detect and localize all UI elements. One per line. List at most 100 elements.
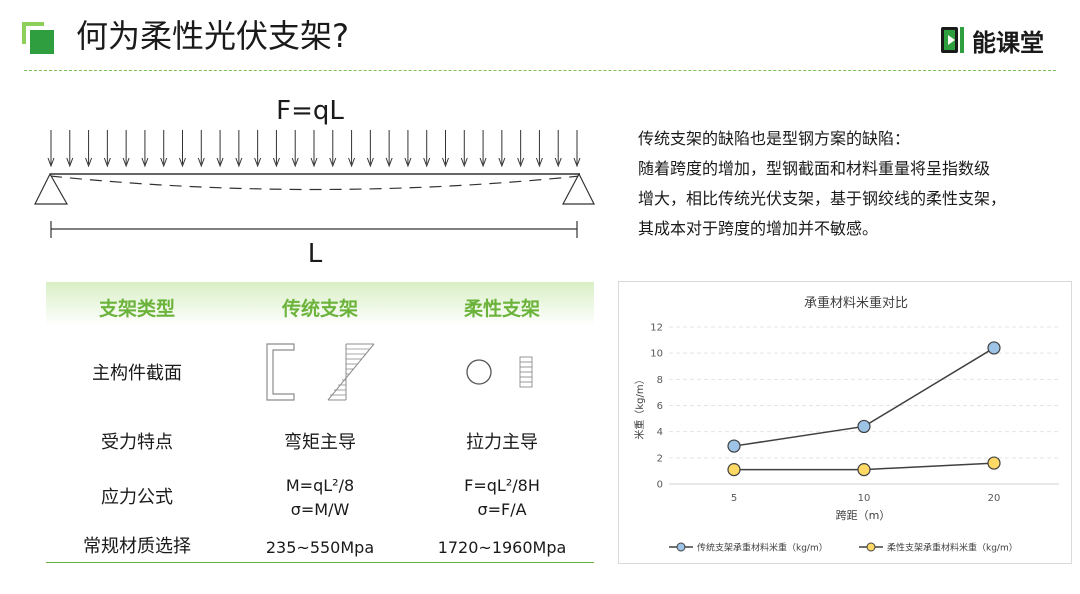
traditional-formula-2: σ=M/W: [290, 500, 350, 519]
load-arrow: [103, 130, 111, 168]
table-bottom-rule: [46, 562, 594, 563]
x-tick-label: 20: [988, 493, 1001, 504]
y-tick-label: 12: [650, 323, 663, 334]
chart-series: [727, 341, 1001, 477]
chart-legend: 传统支架承重材料米重（kg/m） 柔性支架承重材料米重（kg/m）: [669, 542, 1018, 554]
data-point: [987, 341, 1001, 355]
brand-logo: 能课堂: [940, 22, 1044, 58]
x-axis-label: 跨距（m）: [836, 509, 891, 522]
header-divider: [24, 70, 1056, 71]
load-arrow: [85, 130, 93, 168]
description-line: 增大，相比传统光伏支架，基于钢绞线的柔性支架，: [638, 189, 1007, 208]
brand-name: 能课堂: [972, 28, 1044, 57]
flexible-formula-2: σ=F/A: [477, 500, 527, 519]
series-1: [727, 341, 1001, 453]
distributed-load-arrows: [47, 130, 581, 168]
data-point: [857, 419, 871, 434]
flexible-section-icons: [466, 356, 533, 388]
load-arrow: [66, 130, 74, 168]
y-tick-label: 0: [657, 480, 663, 491]
load-arrow: [235, 130, 243, 168]
comparison-table: 支架类型 传统支架 柔性支架 主构件截面 受力特点 弯矩主导 拉力主导 应力公式…: [46, 282, 594, 564]
bending-stress-diagram-icon: [327, 343, 375, 401]
right-support-icon: [562, 172, 595, 205]
flexible-material: 1720~1960Mpa: [437, 538, 567, 557]
x-tick-label: 10: [858, 493, 871, 504]
flexible-force: 拉力主导: [466, 432, 538, 453]
load-arrow: [329, 130, 337, 168]
circular-section-icon: [466, 359, 492, 385]
load-arrow: [460, 130, 468, 168]
load-arrow: [179, 130, 186, 168]
x-tick-labels: 5 10 20: [731, 493, 1001, 504]
table-header-type: 支架类型: [98, 298, 176, 320]
line-chart: 承重材料米重对比 0 2 4 6 8 10 12 5 10 20 米重（kg/m） 跨距（m） …: [618, 281, 1072, 564]
load-arrow: [366, 130, 374, 168]
description-line: 传统支架的缺陷也是型钢方案的缺陷：: [638, 129, 911, 148]
load-arrow: [291, 130, 299, 168]
load-arrow: [498, 130, 506, 168]
description-line: 随着跨度的增加，型钢截面和材料重量将呈指数级: [638, 159, 991, 178]
row-label-material: 常规材质选择: [83, 536, 191, 557]
beam-load-diagram: F=qL L: [34, 96, 595, 269]
x-tick-label: 5: [731, 493, 737, 504]
load-arrow: [197, 130, 205, 168]
load-arrow: [348, 130, 356, 168]
data-point: [857, 463, 871, 477]
chart-title: 承重材料米重对比: [804, 295, 908, 311]
y-tick-label: 2: [657, 453, 663, 464]
data-point: [727, 463, 741, 477]
y-tick-label: 8: [657, 375, 663, 386]
traditional-formula-1: M=qL²/8: [285, 476, 355, 495]
load-arrow: [535, 130, 543, 168]
load-arrow: [423, 130, 431, 168]
description-paragraph: 传统支架的缺陷也是型钢方案的缺陷： 随着跨度的增加，型钢截面和材料重量将呈指数级…: [638, 124, 1058, 244]
legend-label: 柔性支架承重材料米重（kg/m）: [887, 542, 1018, 554]
traditional-section-icons: [266, 343, 375, 401]
play-book-icon: [941, 27, 964, 53]
load-arrow: [254, 130, 262, 168]
span-label: L: [308, 239, 323, 269]
legend-entry: 传统支架承重材料米重（kg/m）: [669, 542, 828, 554]
y-tick-label: 10: [650, 349, 663, 360]
y-tick-label: 4: [657, 427, 663, 438]
load-arrow: [442, 130, 449, 168]
load-label: F=qL: [276, 96, 344, 126]
flexible-formula-1: F=qL²/8H: [464, 476, 540, 495]
row-label-section: 主构件截面: [92, 363, 182, 384]
page-title: 何为柔性光伏支架?: [76, 17, 349, 55]
load-arrow: [385, 130, 393, 168]
chart-gridlines: [669, 326, 1059, 485]
load-arrow: [272, 130, 280, 168]
load-arrow: [47, 130, 55, 168]
deflection-curve: [49, 175, 581, 191]
load-arrow: [160, 130, 168, 168]
description-line: 其成本对于跨度的增加并不敏感。: [638, 219, 879, 238]
traditional-material: 235~550Mpa: [265, 538, 375, 557]
load-arrow: [479, 130, 487, 168]
row-label-formula: 应力公式: [101, 487, 173, 508]
table-header-row: 支架类型 传统支架 柔性支架: [46, 282, 594, 326]
y-axis-label: 米重（kg/m）: [633, 374, 646, 439]
y-tick-labels: 0 2 4 6 8 10 12: [650, 323, 663, 491]
load-arrow: [554, 130, 562, 168]
load-arrow: [216, 130, 224, 168]
data-point: [987, 456, 1001, 470]
load-arrow: [122, 130, 130, 168]
load-arrow: [404, 130, 412, 168]
row-label-force: 受力特点: [101, 432, 173, 453]
legend-entry: 柔性支架承重材料米重（kg/m）: [859, 542, 1018, 554]
chart-canvas: 承重材料米重对比 024681012 5 10 20 米重（kg/m） 跨距（m） …: [633, 295, 1059, 554]
green-square-logo-icon: [20, 20, 56, 56]
load-arrow: [310, 130, 318, 168]
table-header-flexible: 柔性支架: [463, 298, 541, 320]
uniform-stress-diagram-icon: [519, 356, 533, 388]
legend-label: 传统支架承重材料米重（kg/m）: [697, 542, 828, 554]
y-tick-label: 6: [657, 401, 663, 412]
data-point: [727, 439, 741, 453]
table-header-traditional: 传统支架: [281, 298, 359, 320]
series-2: [727, 456, 1001, 477]
left-support-icon: [34, 172, 69, 205]
load-arrow: [141, 130, 149, 168]
load-arrow: [517, 130, 525, 168]
